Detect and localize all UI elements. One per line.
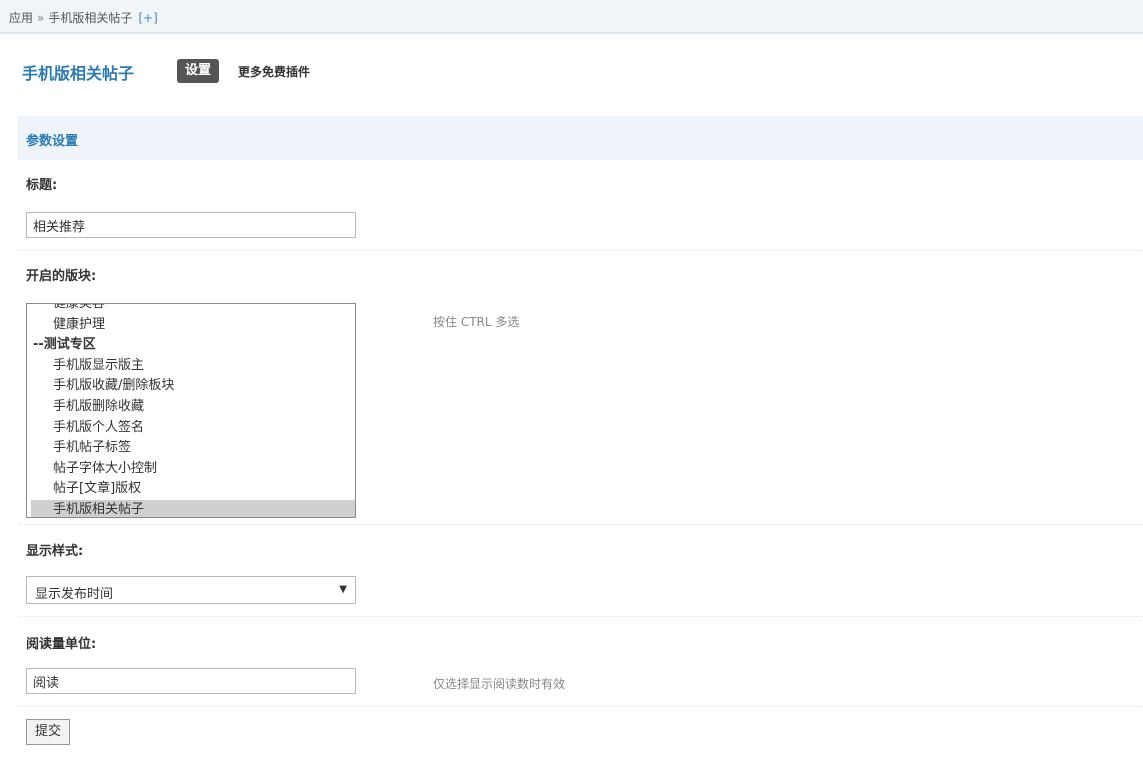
style-select[interactable]: 显示发布时间 ▼ [26, 576, 356, 604]
board-option[interactable]: 手机帖子标签 [27, 438, 355, 459]
board-option-group[interactable]: --测试专区 [27, 335, 355, 356]
boards-option-list: 健康美容 健康护理 --测试专区 手机版显示版主 手机版收藏/删除板块 手机版删除收藏 手机… [27, 304, 355, 517]
board-option[interactable]: 手机版收藏/删除板块 [27, 376, 355, 397]
unit-label: 阅读量单位: [26, 637, 97, 652]
breadcrumb-root[interactable]: 应用 [9, 11, 33, 25]
board-option[interactable]: 健康美容 [27, 304, 355, 315]
board-option[interactable]: 手机版个人签名 [27, 418, 355, 439]
board-option[interactable]: 帖子[文章]版权 [27, 479, 355, 500]
boards-hint: 按住 CTRL 多选 [433, 315, 520, 329]
settings-tab[interactable]: 设置 [177, 59, 220, 83]
chevron-down-icon: ▼ [339, 584, 347, 595]
top-bar: 应用 » 手机版相关帖子 [+] [0, 0, 1143, 34]
style-label: 显示样式: [26, 544, 84, 559]
unit-hint: 仅选择显示阅读数时有效 [433, 677, 566, 691]
board-option[interactable]: 手机版相关帖子 [31, 499, 355, 517]
board-option[interactable]: 手机版删除收藏 [27, 397, 355, 418]
more-plugins-link[interactable]: 更多免费插件 [238, 63, 310, 80]
row-divider [18, 250, 1143, 251]
style-select-value: 显示发布时间 [35, 587, 114, 602]
section-title: 参数设置 [26, 134, 79, 149]
breadcrumb-current[interactable]: 手机版相关帖子 [48, 11, 132, 25]
plugin-title: 手机版相关帖子 [22, 64, 135, 83]
breadcrumb: 应用 » 手机版相关帖子 [+] [9, 9, 158, 26]
unit-input[interactable] [26, 668, 356, 694]
title-input[interactable] [26, 212, 356, 238]
title-label: 标题: [26, 178, 58, 193]
breadcrumb-separator: » [37, 11, 45, 25]
row-divider [18, 616, 1143, 617]
board-option[interactable]: 手机版显示版主 [27, 356, 355, 377]
boards-label: 开启的版块: [26, 269, 97, 284]
board-option[interactable]: 帖子字体大小控制 [27, 459, 355, 480]
section-header: 参数设置 [18, 116, 1143, 160]
board-option[interactable]: 健康护理 [27, 315, 355, 336]
boards-multiselect[interactable]: 健康美容 健康护理 --测试专区 手机版显示版主 手机版收藏/删除板块 手机版删除收藏 手机… [26, 303, 356, 518]
submit-button[interactable]: 提交 [26, 719, 71, 745]
row-divider [18, 706, 1143, 707]
breadcrumb-add-link[interactable]: [+] [138, 11, 157, 25]
row-divider [18, 524, 1143, 525]
